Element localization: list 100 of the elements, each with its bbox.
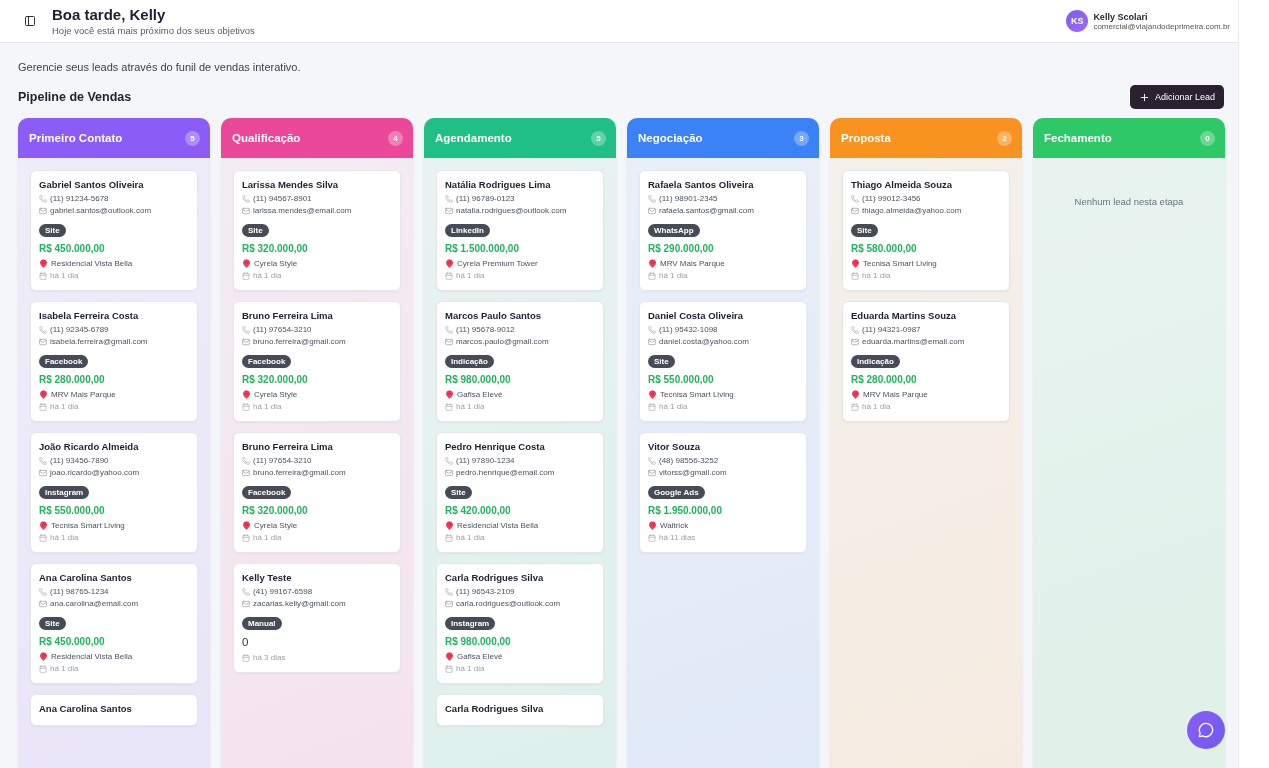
calendar-icon — [445, 664, 453, 673]
lead-age: há 1 dia — [242, 402, 392, 411]
lead-email: thiago.almeida@yahoo.com — [851, 206, 1001, 215]
lead-card[interactable]: Rafaela Santos Oliveira (11) 98901-2345 rafaela.santos@gmail.com WhatsApp R$ 290.000,00 MRV Mais Parque há 1 dia — [639, 170, 807, 291]
lead-card[interactable]: Kelly Teste (41) 99167-6598 zacarias.kelly@gmail.com Manual 0 há 3 dias — [233, 563, 401, 673]
add-lead-button[interactable]: Adicionar Lead — [1129, 85, 1224, 109]
pin-icon — [851, 390, 860, 399]
source-tag: Indicação — [851, 355, 900, 368]
lead-value: R$ 320.000,00 — [242, 374, 309, 385]
calendar-icon — [39, 271, 47, 280]
lead-value: 0 — [242, 636, 250, 648]
lead-card[interactable]: João Ricardo Almeida (11) 93456-7890 joao.ricardo@yahoo.com Instagram R$ 550.000,00 Tecnisa Smart Living há 1 dia — [30, 432, 198, 553]
lead-project: MRV Mais Parque — [851, 390, 1001, 399]
pin-icon — [39, 521, 48, 530]
lead-card[interactable]: Vitor Souza (48) 98556-3252 vitorss@gmail.com Google Ads R$ 1.950.000,00 Waltrick há 11 dias — [639, 432, 807, 553]
lead-name: Carla Rodrigues Silva — [445, 703, 545, 714]
lead-name: Carla Rodrigues Silva — [445, 572, 545, 583]
plus-icon — [1138, 91, 1150, 103]
lead-name: Daniel Costa Oliveira — [648, 310, 745, 321]
phone-icon — [445, 587, 453, 596]
pin-icon — [648, 390, 657, 399]
column-title: Qualificação — [232, 132, 301, 144]
mail-icon — [648, 468, 656, 477]
lead-phone: (11) 95432-1098 — [648, 325, 798, 334]
mail-icon — [242, 337, 250, 346]
lead-age: há 1 dia — [39, 402, 189, 411]
lead-email: carla.rodrigues@outlook.com — [445, 599, 595, 608]
lead-email: bruno.ferreira@gmail.com — [242, 468, 392, 477]
lead-card[interactable]: Bruno Ferreira Lima (11) 97654-3210 bruno.ferreira@gmail.com Facebook R$ 320.000,00 Cyrela Style há 1 dia — [233, 301, 401, 422]
lead-name: Ana Carolina Santos — [39, 572, 133, 583]
lead-phone: (11) 98765-1234 — [39, 587, 189, 596]
lead-age: há 1 dia — [445, 664, 595, 673]
calendar-icon — [242, 271, 250, 280]
lead-phone: (11) 97654-3210 — [242, 325, 392, 334]
lead-name: Marcos Paulo Santos — [445, 310, 543, 321]
phone-icon — [242, 456, 250, 465]
lead-card[interactable]: Ana Carolina Santos (11) 98765-1234 ana.carolina@email.com Site R$ 450.000,00 Residencial Vista Bella há 1 dia — [30, 563, 198, 684]
user-avatar[interactable]: KS — [1066, 10, 1089, 32]
lead-phone: (11) 96543-2109 — [445, 587, 595, 596]
mail-icon — [39, 599, 47, 608]
lead-card[interactable]: Ana Carolina Santos — [30, 694, 198, 726]
lead-age: há 3 dias — [242, 653, 392, 662]
lead-value: R$ 580.000,00 — [851, 243, 918, 254]
lead-card[interactable]: Thiago Almeida Souza (11) 99012-3456 thiago.almeida@yahoo.com Site R$ 580.000,00 Tecnisa Smart Living há 1 dia — [842, 170, 1010, 291]
phone-icon — [39, 194, 47, 203]
lead-phone: (41) 99167-6598 — [242, 587, 392, 596]
lead-card[interactable]: Bruno Ferreira Lima (11) 97654-3210 bruno.ferreira@gmail.com Facebook R$ 320.000,00 Cyrela Style há 1 dia — [233, 432, 401, 553]
lead-value: R$ 550.000,00 — [648, 374, 715, 385]
lead-value: R$ 450.000,00 — [39, 636, 106, 647]
lead-email: eduarda.martins@email.com — [851, 337, 1001, 346]
calendar-icon — [445, 533, 453, 542]
lead-card[interactable]: Pedro Henrique Costa (11) 97890-1234 pedro.henrique@email.com Site R$ 420.000,00 Residencial Vista Bella há 1 dia — [436, 432, 604, 553]
lead-phone: (11) 97654-3210 — [242, 456, 392, 465]
lead-card[interactable]: Daniel Costa Oliveira (11) 95432-1098 daniel.costa@yahoo.com Site R$ 550.000,00 Tecnisa Smart Living há 1 dia — [639, 301, 807, 422]
lead-name: Gabriel Santos Oliveira — [39, 179, 145, 190]
source-tag: Facebook — [242, 486, 292, 499]
lead-name: Bruno Ferreira Lima — [242, 310, 334, 321]
lead-project: Gafisa Elevé — [445, 390, 595, 399]
lead-value: R$ 320.000,00 — [242, 243, 309, 254]
mail-icon — [851, 206, 859, 215]
lead-name: Thiago Almeida Souza — [851, 179, 953, 190]
lead-phone: (11) 91234-5678 — [39, 194, 189, 203]
pin-icon — [39, 390, 48, 399]
lead-project: MRV Mais Parque — [39, 390, 189, 399]
lead-card[interactable]: Carla Rodrigues Silva — [436, 694, 604, 726]
lead-phone: (11) 96789-0123 — [445, 194, 595, 203]
lead-project: Tecnisa Smart Living — [39, 521, 189, 530]
lead-card[interactable]: Gabriel Santos Oliveira (11) 91234-5678 gabriel.santos@outlook.com Site R$ 450.000,00 Residencial Vista Bella há 1 dia — [30, 170, 198, 291]
source-tag: Instagram — [445, 617, 496, 630]
lead-phone: (11) 99012-3456 — [851, 194, 1001, 203]
lead-card[interactable]: Carla Rodrigues Silva (11) 96543-2109 carla.rodrigues@outlook.com Instagram R$ 980.000,00 Gafisa Elevé há 1 dia — [436, 563, 604, 684]
pin-icon — [445, 652, 454, 661]
phone-icon — [445, 325, 453, 334]
lead-card[interactable]: Marcos Paulo Santos (11) 95678-9012 marcos.paulo@gmail.com Indicação R$ 980.000,00 Gafisa Elevé há 1 dia — [436, 301, 604, 422]
sidebar-toggle-icon[interactable] — [24, 15, 36, 27]
mail-icon — [39, 206, 47, 215]
lead-value: R$ 980.000,00 — [445, 374, 512, 385]
lead-age: há 1 dia — [242, 533, 392, 542]
calendar-icon — [851, 402, 859, 411]
pin-icon — [242, 390, 251, 399]
column-count: 0 — [1200, 130, 1215, 146]
calendar-icon — [445, 402, 453, 411]
lead-card[interactable]: Larissa Mendes Silva (11) 94567-8901 larissa.mendes@email.com Site R$ 320.000,00 Cyrela Style há 1 dia — [233, 170, 401, 291]
calendar-icon — [648, 402, 656, 411]
lead-age: há 1 dia — [445, 402, 595, 411]
lead-card[interactable]: Natália Rodrigues Lima (11) 96789-0123 natalia.rodrigues@outlook.com LinkedIn R$ 1.500.000,00 Cyrela Premium Tower há 1 dia — [436, 170, 604, 291]
greeting-subtitle: Hoje você está mais próximo dos seus objetivos — [52, 25, 256, 36]
calendar-icon — [648, 271, 656, 280]
lead-email: zacarias.kelly@gmail.com — [242, 599, 392, 608]
lead-card[interactable]: Eduarda Martins Souza (11) 94321-0987 eduarda.martins@email.com Indicação R$ 280.000,00 MRV Mais Parque há 1 dia — [842, 301, 1010, 422]
column-title: Primeiro Contato — [29, 132, 123, 144]
lead-name: João Ricardo Almeida — [39, 441, 140, 452]
lead-card[interactable]: Isabela Ferreira Costa (11) 92345-6789 isabela.ferreira@gmail.com Facebook R$ 280.000,00 MRV Mais Parque há 1 dia — [30, 301, 198, 422]
lead-name: Eduarda Martins Souza — [851, 310, 958, 321]
pin-icon — [39, 259, 48, 268]
phone-icon — [242, 587, 250, 596]
pin-icon — [648, 259, 657, 268]
lead-email: vitorss@gmail.com — [648, 468, 798, 477]
mail-icon — [648, 337, 656, 346]
source-tag: Google Ads — [648, 486, 705, 499]
